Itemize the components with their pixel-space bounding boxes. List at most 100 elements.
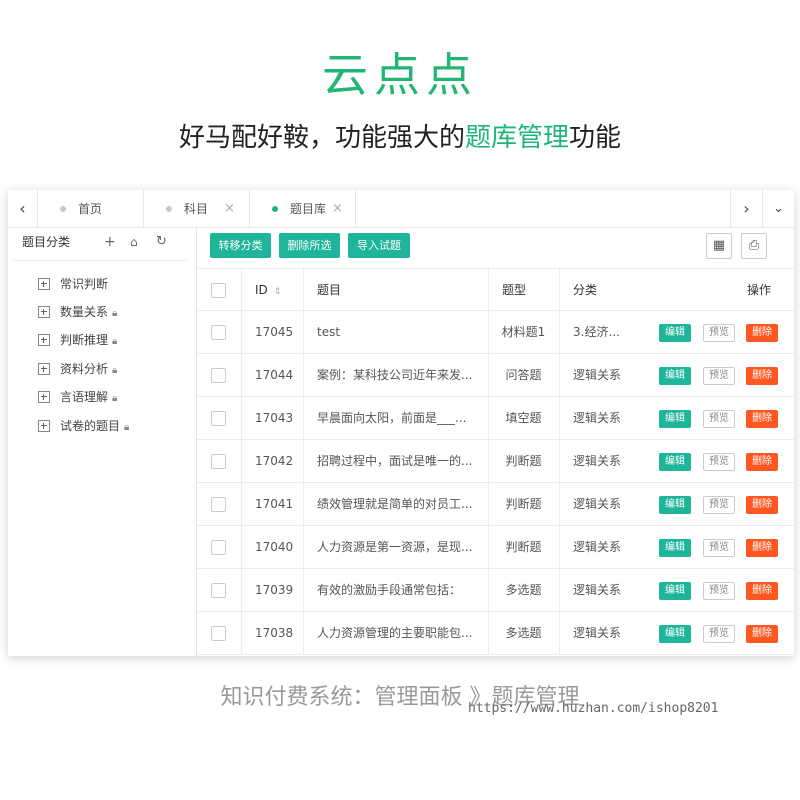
table-row: 17043 早晨面向太阳，前面是___... 填空题 逻辑关系 编辑 预览 删除: [197, 397, 794, 440]
edit-button[interactable]: 编辑: [659, 453, 691, 471]
row-checkbox[interactable]: [211, 540, 226, 555]
tab-close-icon[interactable]: ×: [224, 190, 235, 228]
expand-plus-icon[interactable]: [38, 391, 50, 403]
row-checkbox[interactable]: [211, 411, 226, 426]
row-checkbox[interactable]: [211, 583, 226, 598]
expand-plus-icon[interactable]: [38, 420, 50, 432]
column-filter-icon[interactable]: ▦: [706, 233, 732, 259]
cell-category: 逻辑关系: [573, 540, 622, 554]
cell-category: 逻辑关系: [573, 583, 622, 597]
tree-item-label: 判断推理: [60, 333, 109, 347]
delete-button[interactable]: 删除: [746, 582, 778, 600]
lock-icon: 🔒︎: [124, 422, 130, 433]
preview-button[interactable]: 预览: [703, 625, 735, 643]
table-row: 17044 案例：某科技公司近年来发... 问答题 逻辑关系 编辑 预览 删除: [197, 354, 794, 397]
header-category: 分类: [573, 283, 598, 297]
cell-question: 人力资源管理的主要职能包...: [317, 626, 473, 640]
headline: 好马配好鞍，功能强大的题库管理功能: [0, 118, 800, 158]
row-checkbox[interactable]: [211, 626, 226, 641]
header-question: 题目: [317, 283, 342, 297]
cell-question: 有效的激励手段通常包括：: [317, 583, 462, 597]
tab-question-bank[interactable]: 题目库 ×: [250, 190, 356, 228]
cell-id: 17043: [255, 411, 294, 425]
expand-plus-icon[interactable]: [38, 306, 50, 318]
preview-button[interactable]: 预览: [703, 539, 735, 557]
preview-button[interactable]: 预览: [703, 496, 735, 514]
tree-item-reasoning[interactable]: 判断推理 🔒︎: [38, 330, 117, 350]
tab-menu-chevron-down-icon[interactable]: ⌄: [762, 190, 794, 228]
row-checkbox[interactable]: [211, 454, 226, 469]
row-checkbox[interactable]: [211, 497, 226, 512]
tab-scroll-right-icon[interactable]: ›: [730, 190, 762, 228]
cell-type: 判断题: [505, 497, 542, 511]
header-id[interactable]: ID ⇕: [255, 269, 281, 312]
delete-button[interactable]: 删除: [746, 324, 778, 342]
cell-type: 判断题: [505, 540, 542, 554]
edit-button[interactable]: 编辑: [659, 539, 691, 557]
cell-id: 17039: [255, 583, 294, 597]
edit-button[interactable]: 编辑: [659, 496, 691, 514]
tab-scroll-left-icon[interactable]: ‹: [8, 190, 38, 228]
select-all-checkbox[interactable]: [211, 283, 226, 298]
cell-category: 逻辑关系: [573, 411, 622, 425]
tree-item-common-sense[interactable]: 常识判断: [38, 274, 108, 294]
edit-button[interactable]: 编辑: [659, 410, 691, 428]
delete-selected-button[interactable]: 删除所选: [279, 233, 340, 258]
tree-item-label: 资料分析: [60, 362, 109, 376]
lock-icon: 🔒︎: [112, 365, 118, 376]
expand-plus-icon[interactable]: [38, 278, 50, 290]
sort-icon[interactable]: ⇕: [274, 287, 282, 297]
preview-button[interactable]: 预览: [703, 453, 735, 471]
tree-item-quantity[interactable]: 数量关系 🔒︎: [38, 302, 117, 322]
delete-button[interactable]: 删除: [746, 496, 778, 514]
tab-home[interactable]: 首页: [38, 190, 144, 228]
move-category-button[interactable]: 转移分类: [210, 233, 271, 258]
cell-id: 17044: [255, 368, 294, 382]
cell-type: 判断题: [505, 454, 542, 468]
preview-button[interactable]: 预览: [703, 582, 735, 600]
import-questions-button[interactable]: 导入试题: [348, 233, 410, 258]
header-type: 题型: [502, 283, 527, 297]
table-row: 17039 有效的激励手段通常包括： 多选题 逻辑关系 编辑 预览 删除: [197, 569, 794, 612]
tree-item-verbal[interactable]: 言语理解 🔒︎: [38, 387, 117, 407]
delete-button[interactable]: 删除: [746, 539, 778, 557]
preview-button[interactable]: 预览: [703, 324, 735, 342]
add-category-icon[interactable]: +: [104, 232, 116, 252]
delete-button[interactable]: 删除: [746, 410, 778, 428]
tree-item-data-analysis[interactable]: 资料分析 🔒︎: [38, 359, 117, 379]
table-row: 17040 人力资源是第一资源，是现... 判断题 逻辑关系 编辑 预览 删除: [197, 526, 794, 569]
print-icon[interactable]: ⎙: [741, 233, 767, 259]
lock-category-icon[interactable]: ⌂: [130, 232, 138, 252]
row-checkbox[interactable]: [211, 368, 226, 383]
edit-button[interactable]: 编辑: [659, 625, 691, 643]
table-row: 17041 绩效管理就是简单的对员工... 判断题 逻辑关系 编辑 预览 删除: [197, 483, 794, 526]
preview-button[interactable]: 预览: [703, 367, 735, 385]
expand-plus-icon[interactable]: [38, 334, 50, 346]
admin-panel: ‹ 首页 科目 × 题目库 × › ⌄ 题目分类 + ⌂ ↻ 常识判断 数量关系…: [8, 190, 794, 656]
category-sidebar: 题目分类 + ⌂ ↻ 常识判断 数量关系 🔒︎ 判断推理 🔒︎ 资料分析 🔒︎ 言语理…: [12, 230, 188, 450]
edit-button[interactable]: 编辑: [659, 324, 691, 342]
delete-button[interactable]: 删除: [746, 453, 778, 471]
cell-type: 填空题: [505, 411, 542, 425]
cell-type: 多选题: [505, 583, 542, 597]
preview-button[interactable]: 预览: [703, 410, 735, 428]
edit-button[interactable]: 编辑: [659, 367, 691, 385]
tab-label: 首页: [78, 202, 103, 216]
tree-item-paper-questions[interactable]: 试卷的题目 🔒︎: [38, 416, 129, 436]
tree-item-label: 常识判断: [60, 277, 109, 291]
edit-button[interactable]: 编辑: [659, 582, 691, 600]
cell-category: 逻辑关系: [573, 368, 622, 382]
cell-type: 材料题1: [501, 325, 546, 339]
cell-category: 逻辑关系: [573, 626, 622, 640]
delete-button[interactable]: 删除: [746, 367, 778, 385]
delete-button[interactable]: 删除: [746, 625, 778, 643]
table-row: 17038 人力资源管理的主要职能包... 多选题 逻辑关系 编辑 预览 删除: [197, 612, 794, 655]
tab-subject[interactable]: 科目 ×: [144, 190, 250, 228]
row-checkbox[interactable]: [211, 325, 226, 340]
refresh-icon[interactable]: ↻: [156, 232, 167, 252]
tab-close-icon[interactable]: ×: [332, 190, 343, 228]
table-header: ID ⇕ 题目 题型 分类 操作: [197, 268, 794, 312]
expand-plus-icon[interactable]: [38, 363, 50, 375]
cell-category: 逻辑关系: [573, 497, 622, 511]
cell-type: 问答题: [505, 368, 542, 382]
